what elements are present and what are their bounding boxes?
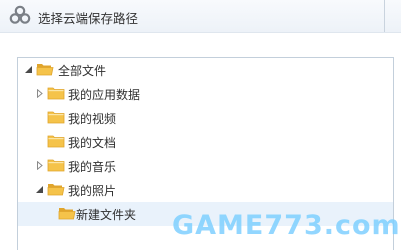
collapsed-arrow-icon[interactable] bbox=[35, 89, 44, 98]
folder-icon bbox=[47, 135, 65, 148]
folder-icon bbox=[47, 159, 65, 172]
folder-open-icon bbox=[47, 184, 65, 196]
folder-icon bbox=[47, 111, 65, 124]
folder-open-icon bbox=[36, 64, 54, 76]
tree-item[interactable]: 我的照片 bbox=[18, 178, 393, 202]
window-title: 选择云端保存路径 bbox=[38, 11, 139, 26]
title-divider bbox=[384, 0, 385, 32]
tree-item-label: 新建文件夹 bbox=[76, 208, 137, 222]
tree-item[interactable]: 全部文件 bbox=[18, 58, 393, 82]
baidu-cloud-logo-icon bbox=[9, 5, 31, 24]
collapsed-arrow-icon[interactable] bbox=[35, 161, 44, 170]
watermark: GAME773.com bbox=[172, 209, 401, 241]
tree-item[interactable]: 我的应用数据 bbox=[18, 82, 393, 106]
expanded-arrow-icon[interactable] bbox=[24, 65, 33, 74]
tree-item-label: 我的照片 bbox=[68, 184, 117, 198]
watermark-text: GAME773.com bbox=[172, 209, 401, 241]
tree-item[interactable]: 我的视频 bbox=[18, 106, 393, 130]
folder-open-icon bbox=[58, 208, 76, 220]
tree-item-label: 我的文档 bbox=[68, 136, 117, 150]
title-bar: 选择云端保存路径 bbox=[0, 0, 401, 33]
tree-item-label: 我的视频 bbox=[68, 112, 117, 126]
tree-item-label: 我的应用数据 bbox=[68, 88, 141, 102]
expanded-arrow-icon[interactable] bbox=[35, 185, 44, 194]
tree-item-label: 全部文件 bbox=[58, 64, 107, 78]
folder-icon bbox=[47, 87, 65, 100]
tree-item[interactable]: 我的文档 bbox=[18, 130, 393, 154]
tree-item[interactable]: 我的音乐 bbox=[18, 154, 393, 178]
tree-item-label: 我的音乐 bbox=[68, 160, 117, 174]
